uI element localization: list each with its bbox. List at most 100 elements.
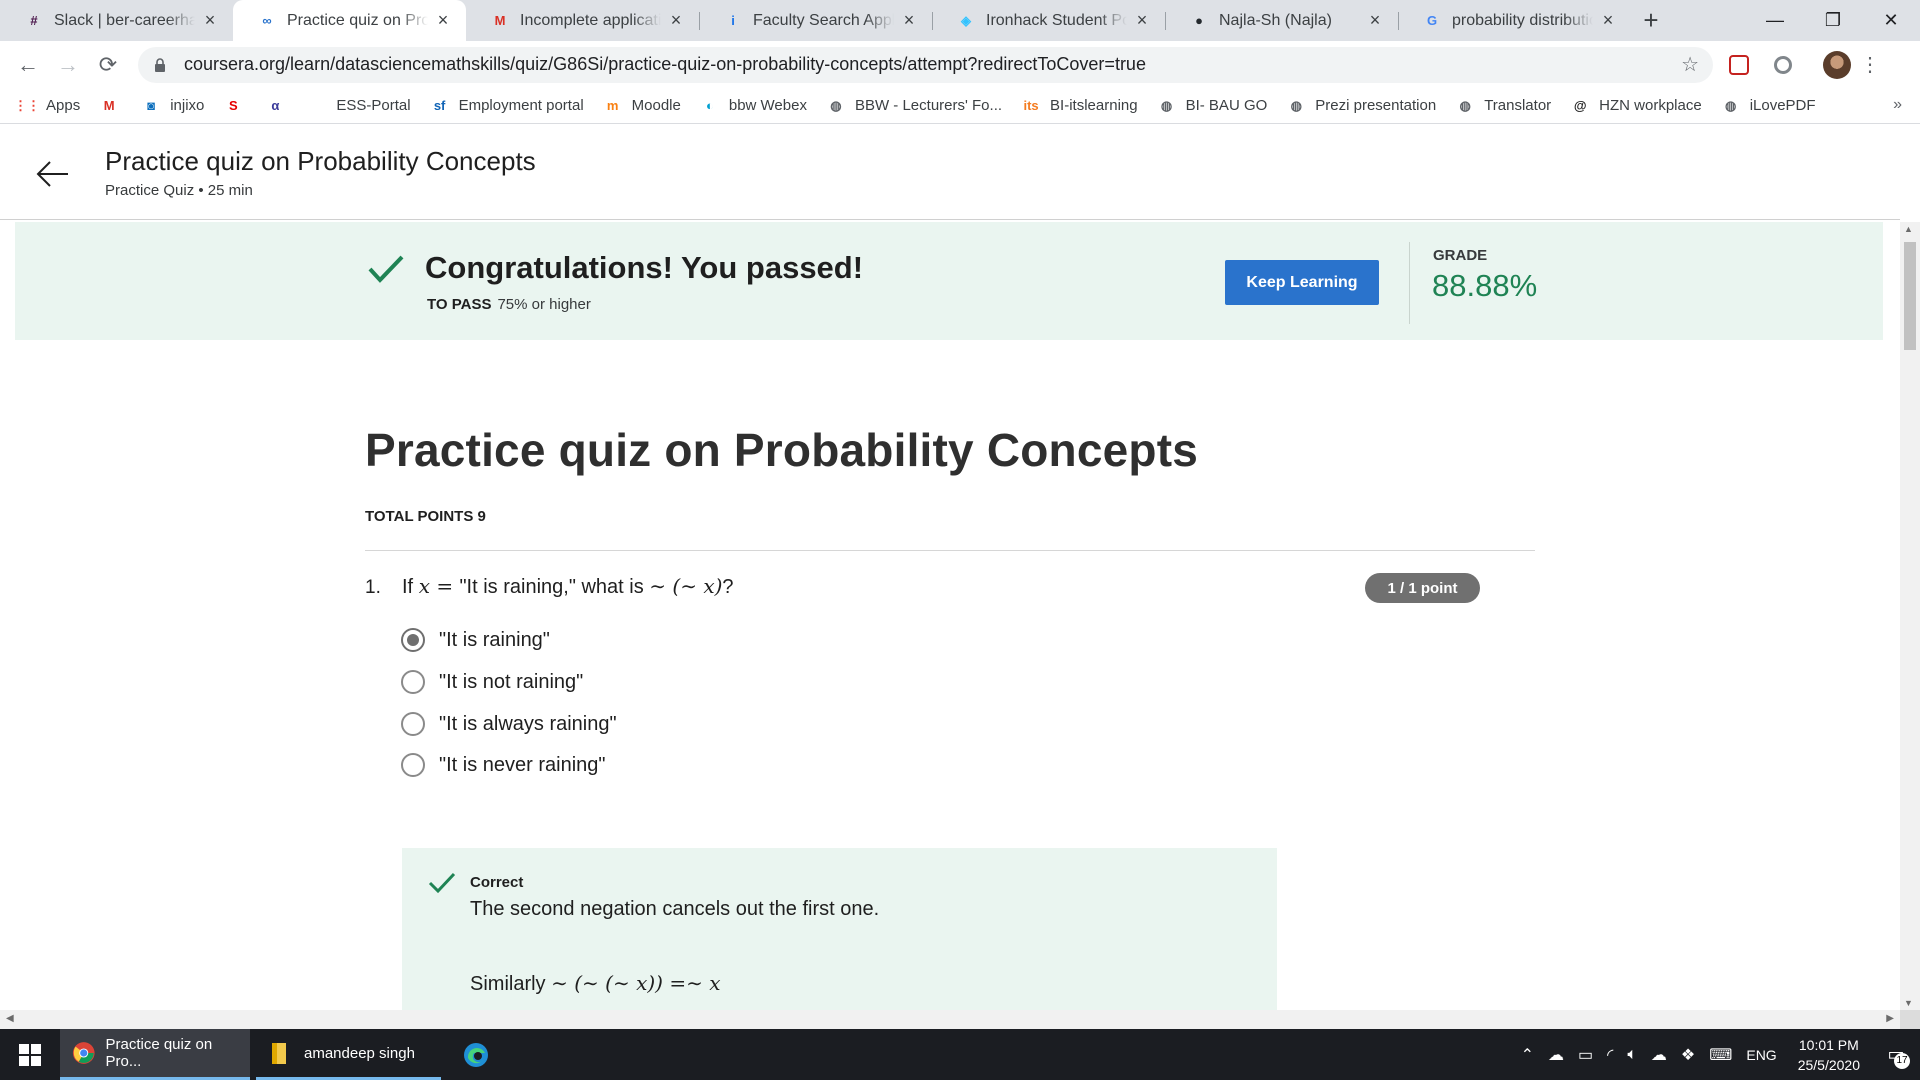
question-number: 1. xyxy=(365,577,381,598)
feedback-title: Correct xyxy=(470,874,524,891)
volume-icon[interactable]: 🔈︎ xyxy=(1627,1046,1637,1064)
check-icon xyxy=(368,255,404,283)
scroll-left-icon[interactable]: ◀ xyxy=(6,1013,14,1024)
bookmark-item[interactable]: S xyxy=(224,97,252,115)
dropbox-icon[interactable]: ❖ xyxy=(1681,1045,1695,1065)
bookmark-item[interactable]: ◍ BI- BAU GO xyxy=(1158,97,1268,115)
bookmark-item[interactable]: ⋮⋮ Apps xyxy=(14,97,81,115)
extension-circle-icon[interactable] xyxy=(1765,47,1801,83)
bookmark-item[interactable]: ◙ injixo xyxy=(142,97,204,115)
radio-button[interactable] xyxy=(401,628,425,652)
scroll-down-icon[interactable]: ▼ xyxy=(1904,998,1913,1008)
taskbar-folder[interactable]: amandeep singh xyxy=(256,1029,441,1080)
browser-tab[interactable]: ● Najla-Sh (Najla) × xyxy=(1165,0,1398,41)
horizontal-scrollbar[interactable]: ◀ ▶ xyxy=(0,1010,1900,1029)
taskbar-chrome-label: Practice quiz on Pro... xyxy=(105,1036,213,1070)
upload-cloud-icon[interactable]: ☁ xyxy=(1651,1045,1667,1065)
close-tab-icon[interactable]: × xyxy=(665,10,687,32)
address-bar[interactable]: coursera.org/learn/datasciencemathskills… xyxy=(138,46,1713,83)
close-tab-icon[interactable]: × xyxy=(1131,10,1153,32)
bookmark-star-icon[interactable]: ☆ xyxy=(1681,52,1699,77)
bookmark-label: BI- BAU GO xyxy=(1185,97,1268,114)
restore-icon[interactable]: ❐ xyxy=(1804,0,1862,41)
bookmark-item[interactable]: m Moodle xyxy=(604,97,681,115)
browser-tab[interactable]: # Slack | ber-careerhack-× xyxy=(0,0,233,41)
bookmark-item[interactable]: ◍ iLovePDF xyxy=(1722,97,1816,115)
grade-label: GRADE xyxy=(1433,247,1488,264)
wifi-icon[interactable]: ◜ xyxy=(1607,1045,1613,1065)
bookmark-item[interactable]: its BI-itslearning xyxy=(1022,97,1138,115)
sparkasse-icon: S xyxy=(229,98,238,113)
browser-tab[interactable]: ∞ Practice quiz on Probal× xyxy=(233,0,466,41)
back-icon[interactable]: ← xyxy=(8,45,48,85)
hzn-icon: @ xyxy=(1573,98,1587,113)
bookmark-item[interactable]: ◍ Prezi presentation xyxy=(1287,97,1437,115)
clock[interactable]: 10:01 PM 25/5/2020 xyxy=(1798,1035,1860,1075)
bookmark-label: Prezi presentation xyxy=(1315,97,1437,114)
close-tab-icon[interactable]: × xyxy=(199,10,221,32)
bookmarks-overflow-icon[interactable]: » xyxy=(1893,96,1902,114)
tab-title: Faculty Search Applicat xyxy=(753,11,894,29)
profile-avatar[interactable] xyxy=(1819,47,1855,83)
bookmark-label: Apps xyxy=(46,97,81,114)
new-tab-button[interactable]: + xyxy=(1631,0,1671,41)
folder-icon xyxy=(272,1043,286,1064)
bookmark-item[interactable]: ◍ BBW - Lecturers' Fo... xyxy=(827,97,1002,115)
browser-tab[interactable]: ◈ Ironhack Student Porta× xyxy=(932,0,1165,41)
keyboard-icon[interactable]: ⌨ xyxy=(1709,1045,1732,1065)
globe-icon: ◍ xyxy=(830,97,842,113)
bookmark-item[interactable]: α xyxy=(266,97,294,115)
windows-start-icon[interactable] xyxy=(0,1029,60,1080)
tab-title: Ironhack Student Porta xyxy=(986,11,1127,29)
close-tab-icon[interactable]: × xyxy=(1597,10,1619,32)
bookmark-label: HZN workplace xyxy=(1599,97,1702,114)
itslearning-icon: its xyxy=(1023,98,1039,113)
quiz-divider xyxy=(365,550,1535,551)
browser-tab[interactable]: M Incomplete application× xyxy=(466,0,699,41)
minimize-icon[interactable]: — xyxy=(1746,0,1804,41)
scrollbar-thumb[interactable] xyxy=(1904,242,1916,350)
answer-option[interactable]: "It is raining" xyxy=(401,628,550,652)
to-pass-value: 75% or higher xyxy=(497,296,591,313)
bookmark-item[interactable]: ESS-Portal xyxy=(308,97,410,115)
question-prefix: If xyxy=(402,576,414,598)
bookmark-item[interactable]: sf Employment portal xyxy=(431,97,584,115)
notifications-icon[interactable]: ▭17 xyxy=(1878,1037,1914,1073)
bookmark-item[interactable]: ◐ bbw Webex xyxy=(701,97,807,115)
window-controls: — ❐ ✕ xyxy=(1746,0,1920,41)
close-tab-icon[interactable]: × xyxy=(1364,10,1386,32)
keep-learning-button[interactable]: Keep Learning xyxy=(1225,260,1379,305)
ublock-extension-icon[interactable] xyxy=(1721,47,1757,83)
answer-option[interactable]: "It is not raining" xyxy=(401,670,583,694)
question-variable: x xyxy=(418,574,430,598)
points-badge: 1 / 1 point xyxy=(1365,573,1480,603)
reload-icon[interactable]: ⟳ xyxy=(88,45,128,85)
bookmark-item[interactable]: @ HZN workplace xyxy=(1571,97,1702,115)
radio-button[interactable] xyxy=(401,670,425,694)
back-arrow-icon[interactable] xyxy=(36,157,70,191)
answer-option[interactable]: "It is never raining" xyxy=(401,753,606,777)
scroll-right-icon[interactable]: ▶ xyxy=(1886,1013,1894,1024)
onedrive-cloud-icon[interactable]: ☁ xyxy=(1548,1045,1564,1065)
bookmark-item[interactable]: M xyxy=(100,97,128,115)
answer-option[interactable]: "It is always raining" xyxy=(401,712,617,736)
radio-button[interactable] xyxy=(401,712,425,736)
taskbar-chrome[interactable]: Practice quiz on Pro... xyxy=(60,1029,250,1080)
browser-tab[interactable]: Gprobability distribution × xyxy=(1398,0,1631,41)
forward-icon[interactable]: → xyxy=(48,45,88,85)
close-tab-icon[interactable]: × xyxy=(898,10,920,32)
battery-icon[interactable]: ▭ xyxy=(1578,1045,1593,1065)
taskbar-edge[interactable] xyxy=(441,1029,511,1080)
browser-menu-icon[interactable]: ⋮ xyxy=(1855,52,1885,77)
radio-button[interactable] xyxy=(401,753,425,777)
scroll-up-icon[interactable]: ▲ xyxy=(1904,224,1913,234)
bookmark-label: BI-itslearning xyxy=(1050,97,1138,114)
bookmark-item[interactable]: ◍ Translator xyxy=(1456,97,1552,115)
close-tab-icon[interactable]: × xyxy=(432,10,454,32)
browser-tab[interactable]: i Faculty Search Applicat× xyxy=(699,0,932,41)
page-content: Practice quiz on Probability Concepts Pr… xyxy=(0,125,1900,1010)
close-window-icon[interactable]: ✕ xyxy=(1862,0,1920,41)
vertical-scrollbar[interactable]: ▲ ▼ xyxy=(1900,222,1920,1010)
language-indicator[interactable]: ENG xyxy=(1746,1047,1776,1063)
show-hidden-icons-icon[interactable]: ⌃ xyxy=(1521,1045,1534,1065)
